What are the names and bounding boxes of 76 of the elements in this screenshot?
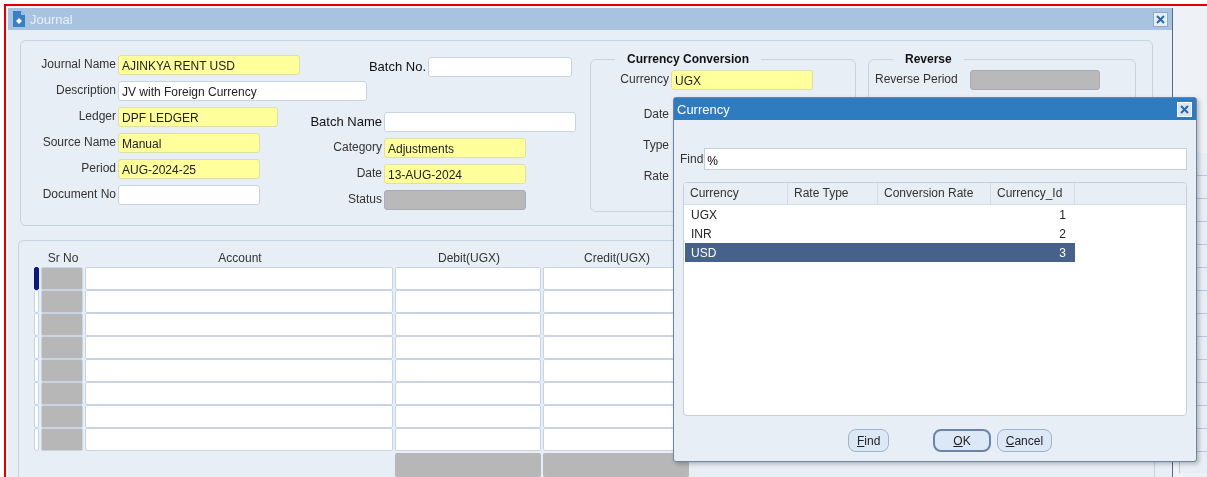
record-indicator[interactable] xyxy=(34,267,39,290)
table-cell[interactable] xyxy=(41,336,83,359)
text-field[interactable]: AJINKYA RENT USD xyxy=(118,55,300,75)
table-cell[interactable] xyxy=(395,267,541,290)
text-field[interactable] xyxy=(384,190,526,210)
table-cell[interactable] xyxy=(85,382,393,405)
list-row[interactable]: UGX 1 xyxy=(685,205,1075,224)
field-label: Find xyxy=(680,152,704,166)
text-field[interactable]: AUG-2024-25 xyxy=(118,159,260,179)
table-cell[interactable] xyxy=(41,382,83,405)
table-cell[interactable] xyxy=(395,428,541,451)
column-header[interactable]: Conversion Rate xyxy=(878,183,991,204)
field-label: Batch No. xyxy=(367,58,426,74)
table-cell[interactable] xyxy=(85,267,393,290)
field-label: Description xyxy=(54,82,116,97)
text-field[interactable] xyxy=(970,70,1100,90)
group-title: Currency Conversion xyxy=(626,52,751,66)
field-label: Journal Name xyxy=(40,56,116,71)
field-label: Type xyxy=(642,137,669,152)
find-field[interactable]: % xyxy=(704,148,1187,170)
column-header[interactable]: Currency_Id xyxy=(991,183,1075,204)
text-field[interactable]: DPF LEDGER xyxy=(118,107,278,127)
text-field[interactable]: Adjustments xyxy=(384,138,526,158)
column-header[interactable]: Rate Type xyxy=(788,183,878,204)
close-icon[interactable] xyxy=(1153,11,1168,27)
field-label: Document No xyxy=(41,186,116,201)
column-header: Debit(UGX) xyxy=(437,251,501,265)
dialog-button[interactable]: OK xyxy=(933,429,991,452)
text-field[interactable] xyxy=(428,57,572,77)
table-cell[interactable] xyxy=(85,405,393,428)
table-cell[interactable] xyxy=(41,405,83,428)
column-header: Account xyxy=(217,251,263,265)
field-label: Reverse Period xyxy=(874,71,959,86)
field-label: Batch Name xyxy=(309,113,382,129)
text-field[interactable]: JV with Foreign Currency xyxy=(118,81,367,101)
field-label: Source Name xyxy=(41,134,116,149)
dialog-title: Currency xyxy=(677,101,730,117)
table-cell[interactable] xyxy=(85,290,393,313)
text-field[interactable] xyxy=(384,112,576,132)
window-title: Journal xyxy=(30,11,73,27)
dialog-button[interactable]: Find xyxy=(848,429,890,452)
table-cell[interactable] xyxy=(395,382,541,405)
field-label: Ledger xyxy=(77,108,116,123)
table-cell[interactable] xyxy=(85,359,393,382)
column-header[interactable]: Currency xyxy=(684,183,788,204)
table-cell[interactable] xyxy=(395,359,541,382)
field-label: Category xyxy=(332,139,382,154)
field-label: Date xyxy=(355,165,382,180)
table-cell[interactable] xyxy=(85,313,393,336)
field-label: Date xyxy=(642,106,669,121)
table-cell[interactable] xyxy=(41,428,83,451)
table-cell[interactable] xyxy=(395,290,541,313)
dialog-button[interactable]: Cancel xyxy=(996,429,1053,452)
text-field[interactable] xyxy=(118,185,260,205)
table-cell[interactable] xyxy=(85,428,393,451)
table-cell[interactable] xyxy=(41,290,83,313)
text-field[interactable]: UGX xyxy=(671,70,813,90)
field-label: Rate xyxy=(642,168,669,183)
column-header: Sr No xyxy=(46,251,80,265)
field-label: Currency xyxy=(619,71,669,86)
field-label: Status xyxy=(346,191,382,206)
table-cell[interactable] xyxy=(41,313,83,336)
text-field[interactable]: Manual xyxy=(118,133,260,153)
table-cell[interactable] xyxy=(41,359,83,382)
text-field[interactable]: 13-AUG-2024 xyxy=(384,164,526,184)
table-cell[interactable] xyxy=(41,267,83,290)
list-row[interactable]: USD 3 xyxy=(685,243,1075,262)
field-label: Period xyxy=(80,160,116,175)
table-cell[interactable] xyxy=(395,336,541,359)
table-cell[interactable] xyxy=(395,313,541,336)
table-cell[interactable] xyxy=(395,405,541,428)
table-cell[interactable] xyxy=(85,336,393,359)
column-header: Credit(UGX) xyxy=(583,251,651,265)
group-title: Reverse xyxy=(904,52,953,66)
list-row[interactable]: INR 2 xyxy=(685,224,1075,243)
document-icon xyxy=(12,11,26,27)
